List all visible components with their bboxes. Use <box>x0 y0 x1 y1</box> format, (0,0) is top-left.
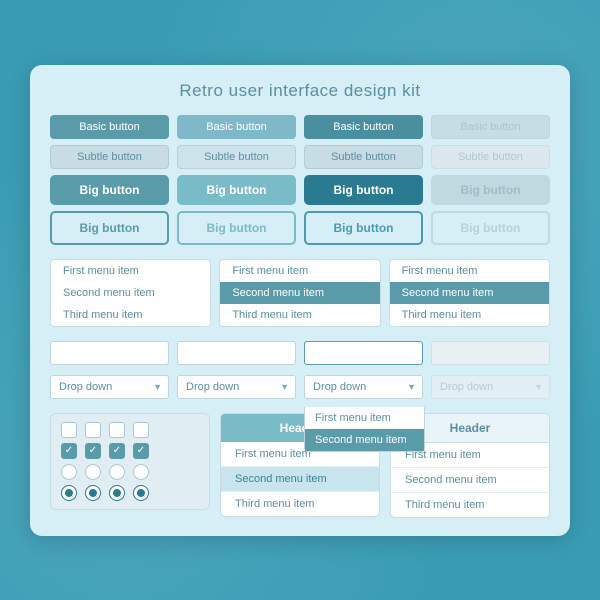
dropdown-select-4[interactable]: Drop down <box>431 375 550 399</box>
menu3-item3[interactable]: Third menu item <box>390 304 549 326</box>
radio-3[interactable] <box>109 464 125 480</box>
checkbox-6[interactable] <box>85 443 101 459</box>
basic-button-3[interactable]: Basic button <box>304 115 423 139</box>
checkbox-1[interactable] <box>61 422 77 438</box>
basic-button-4[interactable]: Basic button <box>431 115 550 139</box>
dropdown-open-menu: First menu item Second menu item <box>304 407 425 452</box>
checkbox-8[interactable] <box>133 443 149 459</box>
dropdown-select-1[interactable]: Drop down First menu item Second menu it… <box>50 375 169 399</box>
radio-7[interactable] <box>109 485 125 501</box>
table-light-row2[interactable]: Second menu item <box>391 468 549 493</box>
bottom-section: Header First menu item Second menu item … <box>50 413 550 518</box>
basic-button-1[interactable]: Basic button <box>50 115 169 139</box>
button-grid: Basic button Basic button Basic button B… <box>50 115 550 245</box>
check-radio-box <box>50 413 210 510</box>
radio-row-2 <box>61 485 199 501</box>
checkbox-4[interactable] <box>133 422 149 438</box>
dropdown-1: Drop down First menu item Second menu it… <box>50 375 169 399</box>
checkbox-row-2 <box>61 443 199 459</box>
menu3-item1[interactable]: First menu item <box>390 260 549 282</box>
radio-5[interactable] <box>61 485 77 501</box>
menu2-item2[interactable]: Second menu item <box>220 282 379 304</box>
big-outline-button-3[interactable]: Big button <box>304 211 423 245</box>
dropdown-open-item1[interactable]: First menu item <box>305 407 424 429</box>
dropdown-3: Drop down First menu item Second menu it… <box>304 375 423 399</box>
menu1-item2[interactable]: Second menu item <box>51 282 210 304</box>
main-card: Retro user interface design kit Basic bu… <box>30 65 570 536</box>
text-input-1[interactable] <box>50 341 169 365</box>
menu-box-2: First menu item Second menu item Third m… <box>219 259 380 327</box>
radio-4[interactable] <box>133 464 149 480</box>
menu-box-1: First menu item Second menu item Third m… <box>50 259 211 327</box>
radio-1[interactable] <box>61 464 77 480</box>
big-button-1[interactable]: Big button <box>50 175 169 205</box>
table-dark-row3[interactable]: Third menu item <box>221 492 379 516</box>
big-button-2[interactable]: Big button <box>177 175 296 205</box>
dropdown-select-3[interactable]: Drop down First menu item Second menu it… <box>304 375 423 399</box>
table-light-row3[interactable]: Third menu item <box>391 493 549 517</box>
text-input-3[interactable] <box>304 341 423 365</box>
menu2-item1[interactable]: First menu item <box>220 260 379 282</box>
menu1-item1[interactable]: First menu item <box>51 260 210 282</box>
subtle-button-4[interactable]: Subtle button <box>431 145 550 169</box>
radio-8[interactable] <box>133 485 149 501</box>
big-button-3[interactable]: Big button <box>304 175 423 205</box>
dropdown-2: Drop down First menu item Second menu it… <box>177 375 296 399</box>
menu-box-3: First menu item Second menu item Third m… <box>389 259 550 327</box>
checkbox-3[interactable] <box>109 422 125 438</box>
radio-6[interactable] <box>85 485 101 501</box>
menu1-item3[interactable]: Third menu item <box>51 304 210 326</box>
text-input-4[interactable] <box>431 341 550 365</box>
checkbox-5[interactable] <box>61 443 77 459</box>
checkbox-7[interactable] <box>109 443 125 459</box>
menu-section: First menu item Second menu item Third m… <box>50 259 550 327</box>
radio-2[interactable] <box>85 464 101 480</box>
text-input-2[interactable] <box>177 341 296 365</box>
dropdown-4: Drop down ▼ <box>431 375 550 399</box>
dropdown-open-item2[interactable]: Second menu item <box>305 429 424 451</box>
checkbox-2[interactable] <box>85 422 101 438</box>
basic-button-2[interactable]: Basic button <box>177 115 296 139</box>
big-outline-button-2[interactable]: Big button <box>177 211 296 245</box>
checkbox-row-1 <box>61 422 199 438</box>
radio-row-1 <box>61 464 199 480</box>
dropdown-select-2[interactable]: Drop down First menu item Second menu it… <box>177 375 296 399</box>
subtle-button-3[interactable]: Subtle button <box>304 145 423 169</box>
dropdown-section: Drop down First menu item Second menu it… <box>50 375 550 399</box>
page-title: Retro user interface design kit <box>50 81 550 101</box>
input-section <box>50 341 550 365</box>
table-dark-row2[interactable]: Second menu item <box>221 467 379 492</box>
menu3-item2[interactable]: Second menu item <box>390 282 549 304</box>
menu2-item3[interactable]: Third menu item <box>220 304 379 326</box>
subtle-button-1[interactable]: Subtle button <box>50 145 169 169</box>
big-button-4[interactable]: Big button <box>431 175 550 205</box>
big-outline-button-1[interactable]: Big button <box>50 211 169 245</box>
big-outline-button-4[interactable]: Big button <box>431 211 550 245</box>
subtle-button-2[interactable]: Subtle button <box>177 145 296 169</box>
